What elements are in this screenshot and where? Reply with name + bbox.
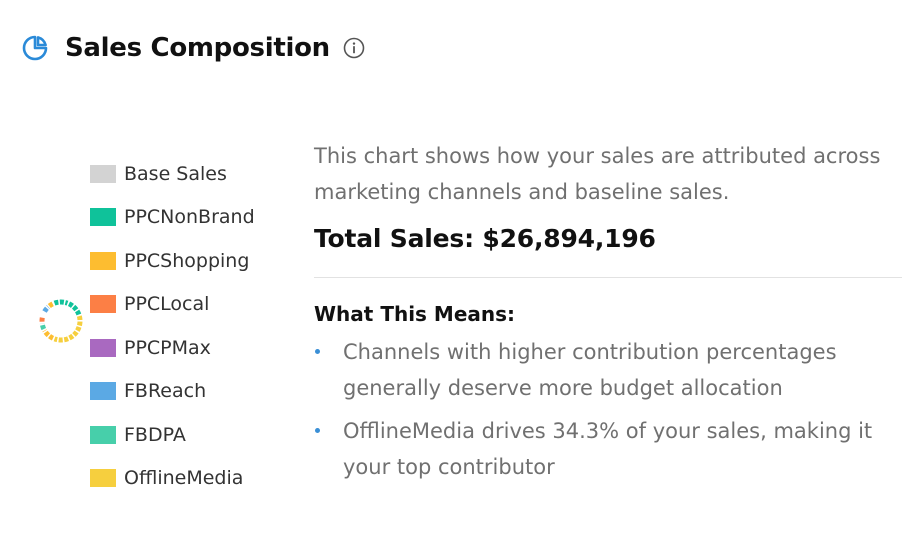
donut-slice[interactable] [39, 323, 47, 331]
bullet-dot [315, 428, 320, 433]
page-title: Sales Composition [65, 33, 330, 63]
legend-label: FBReach [124, 380, 207, 403]
legend-swatch [90, 382, 116, 401]
legend-item[interactable]: FBDPA [90, 413, 255, 457]
legend-item[interactable]: FBReach [90, 370, 255, 414]
legend-swatch [90, 164, 116, 183]
legend-item[interactable]: PPCNonBrand [90, 196, 255, 240]
chart-legend: Base Sales PPCNonBrand PPCShopping PPCLocal… [90, 152, 255, 500]
donut-slice[interactable] [42, 305, 51, 313]
donut-slice[interactable] [53, 299, 69, 306]
donut-slice[interactable] [47, 301, 54, 309]
legend-item[interactable]: PPCLocal [90, 283, 255, 327]
insight-list: Channels with higher contribution percen… [314, 334, 902, 485]
legend-swatch [90, 469, 116, 488]
donut-slice[interactable] [67, 301, 82, 316]
pie-chart-icon [20, 33, 50, 63]
insight-item: Channels with higher contribution percen… [314, 334, 902, 406]
legend-label: Base Sales [124, 162, 227, 185]
legend-swatch [90, 338, 116, 357]
what-this-means-heading: What This Means: [314, 302, 516, 326]
legend-swatch [90, 295, 116, 314]
legend-swatch [90, 251, 116, 270]
info-icon[interactable] [342, 36, 366, 60]
legend-swatch [90, 208, 116, 227]
legend-label: OfflineMedia [124, 467, 244, 490]
legend-item[interactable]: PPCPMax [90, 326, 255, 370]
divider [314, 277, 902, 278]
legend-label: PPCShopping [124, 249, 250, 272]
legend-item[interactable]: Base Sales [90, 152, 255, 196]
insight-text: Channels with higher contribution percen… [343, 340, 837, 400]
total-sales: Total Sales: $26,894,196 [314, 224, 656, 253]
legend-label: FBDPA [124, 423, 186, 446]
insight-item: OfflineMedia drives 34.3% of your sales,… [314, 413, 902, 485]
sales-donut-chart[interactable] [36, 296, 86, 346]
legend-swatch [90, 425, 116, 444]
legend-label: PPCPMax [124, 336, 211, 359]
donut-slice[interactable] [42, 329, 55, 341]
donut-slice[interactable] [53, 315, 83, 343]
card-header: Sales Composition [20, 28, 366, 68]
sales-composition-card: Sales Composition Base Sales PPCNonBrand P… [0, 0, 910, 538]
legend-item[interactable]: PPCShopping [90, 239, 255, 283]
bullet-dot [315, 349, 320, 354]
legend-label: PPCLocal [124, 293, 210, 316]
insight-text: OfflineMedia drives 34.3% of your sales,… [343, 419, 873, 479]
legend-label: PPCNonBrand [124, 206, 255, 229]
summary-panel: This chart shows how your sales are attr… [314, 138, 902, 492]
donut-svg [39, 299, 83, 343]
legend-item[interactable]: OfflineMedia [90, 457, 255, 501]
chart-description: This chart shows how your sales are attr… [314, 144, 881, 204]
